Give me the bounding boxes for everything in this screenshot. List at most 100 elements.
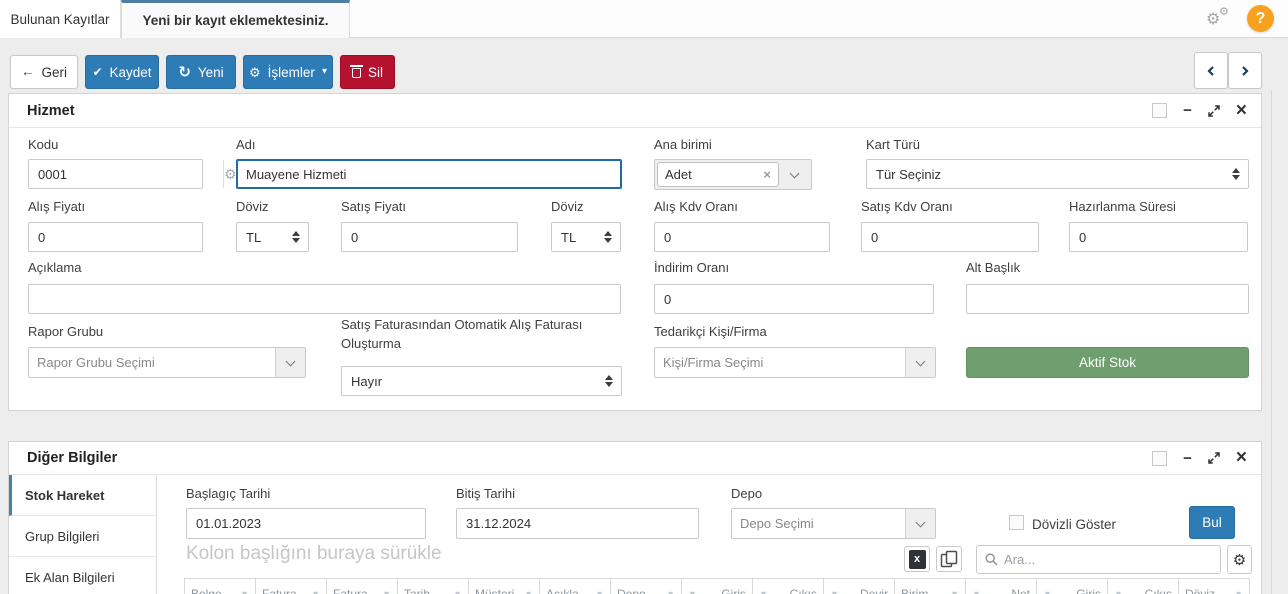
rapor-grubu-label: Rapor Grubu	[28, 324, 103, 339]
gears-icon[interactable]: ⚙⚙	[1206, 7, 1236, 31]
grid-column-header[interactable]: Döviz▼	[1179, 579, 1250, 594]
filter-caret-icon[interactable]: ▼	[382, 589, 391, 594]
aktif-stok-button[interactable]: Aktif Stok	[966, 347, 1249, 378]
bul-button[interactable]: Bul	[1189, 506, 1235, 539]
grid-column-header[interactable]: Açıkla▼	[540, 579, 611, 594]
next-record-button[interactable]	[1228, 52, 1262, 89]
filter-caret-icon[interactable]: ▼	[453, 589, 462, 594]
grid-column-header[interactable]: ▼Çıkış	[1108, 579, 1179, 594]
side-tab-stok-hareket[interactable]: Stok Hareket	[9, 475, 156, 516]
filter-caret-icon[interactable]: ▼	[950, 589, 959, 594]
grid-column-header[interactable]: Belge▼	[185, 579, 256, 594]
panel-close-icon[interactable]: ×	[1236, 104, 1247, 118]
alis-fiyati-input[interactable]	[28, 222, 203, 252]
satis-kdv-input[interactable]	[861, 222, 1039, 252]
clear-icon[interactable]: ×	[763, 167, 771, 182]
dovizli-goster-checkbox[interactable]	[1009, 515, 1024, 530]
panel-collapse-icon[interactable]: −	[1183, 450, 1192, 467]
grid-column-header[interactable]: ▼ Devir	[824, 579, 895, 594]
grid-column-header[interactable]: Fatura ▼	[327, 579, 398, 594]
scrollbar-track[interactable]	[1271, 90, 1272, 594]
select-spinner-icon	[292, 231, 300, 243]
grid-column-label: Net	[1011, 587, 1030, 594]
rapor-grubu-combobox[interactable]: Rapor Grubu Seçimi	[28, 347, 306, 378]
alis-kdv-input[interactable]	[654, 222, 830, 252]
kodu-gear-button[interactable]: ⚙	[223, 160, 237, 188]
alt-baslik-input[interactable]	[966, 284, 1249, 314]
gear-icon: ⚙	[1233, 551, 1246, 569]
grid-column-header[interactable]: Müşteri▼	[469, 579, 540, 594]
filter-caret-icon[interactable]: ▼	[666, 589, 675, 594]
satis-fiyati-label: Satış Fiyatı	[341, 199, 406, 214]
grid-column-header[interactable]: ▼ Net	[966, 579, 1037, 594]
side-tab-grup-bilgileri[interactable]: Grup Bilgileri	[9, 516, 156, 557]
grid-search-input[interactable]	[1004, 552, 1212, 567]
dropdown-toggle[interactable]	[905, 509, 935, 538]
grid-column-label: Devir	[860, 587, 888, 594]
panel-checkbox[interactable]	[1152, 103, 1167, 118]
side-tab-ek-alan-bilgileri[interactable]: Ek Alan Bilgileri	[9, 557, 156, 594]
filter-caret-icon[interactable]: ▼	[595, 589, 604, 594]
dropdown-toggle[interactable]	[905, 348, 935, 377]
grid-column-header[interactable]: ▼Giriş	[682, 579, 753, 594]
filter-caret-icon[interactable]: ▼	[1043, 589, 1052, 594]
depo-combobox[interactable]: Depo Seçimi	[731, 508, 936, 539]
column-chooser-button[interactable]	[936, 546, 962, 572]
filter-caret-icon[interactable]: ▼	[1234, 589, 1243, 594]
grid-column-header[interactable]: ▼Çıkış	[753, 579, 824, 594]
dropdown-toggle[interactable]	[275, 348, 305, 377]
grid-column-label: Fatura	[333, 587, 368, 594]
tab-bulunan-kayitlar[interactable]: Bulunan Kayıtlar	[0, 0, 121, 38]
filter-caret-icon[interactable]: ▼	[972, 589, 981, 594]
filter-caret-icon[interactable]: ▼	[311, 589, 320, 594]
filter-caret-icon[interactable]: ▼	[759, 589, 768, 594]
satis-fiyati-input[interactable]	[341, 222, 518, 252]
panel-expand-icon[interactable]	[1208, 105, 1220, 117]
new-button[interactable]: ↻ Yeni	[166, 55, 236, 89]
excel-export-button[interactable]: x	[904, 546, 930, 572]
aciklama-input[interactable]	[28, 284, 621, 314]
hazirlanma-input[interactable]	[1069, 222, 1248, 252]
back-button[interactable]: ← Geri	[10, 55, 78, 89]
dovizli-goster-label: Dövizli Göster	[1032, 517, 1116, 532]
panel-expand-icon[interactable]	[1208, 452, 1220, 464]
grid-column-header[interactable]: Tarih▼	[398, 579, 469, 594]
doviz-alis-select[interactable]: TL	[236, 222, 309, 252]
prev-record-button[interactable]	[1194, 52, 1228, 89]
baslangic-tarihi-input[interactable]	[186, 508, 426, 539]
save-button[interactable]: ✔ Kaydet	[85, 55, 159, 89]
grid-column-header[interactable]: Depo▼	[611, 579, 682, 594]
help-icon[interactable]: ?	[1247, 5, 1274, 32]
bitis-tarihi-input[interactable]	[456, 508, 699, 539]
grid-settings-button[interactable]: ⚙	[1227, 545, 1252, 574]
panel-collapse-icon[interactable]: −	[1183, 102, 1192, 119]
doviz-alis-value: TL	[246, 230, 261, 245]
refresh-icon: ↻	[178, 65, 191, 80]
tab-yeni-kayit[interactable]: Yeni bir kayıt eklemektesiniz.	[121, 0, 350, 38]
filter-caret-icon[interactable]: ▼	[830, 589, 839, 594]
kodu-input[interactable]	[29, 160, 223, 188]
filter-caret-icon[interactable]: ▼	[240, 589, 249, 594]
panel-close-icon[interactable]: ×	[1236, 451, 1247, 465]
indirim-input[interactable]	[654, 284, 934, 314]
dropdown-toggle[interactable]	[779, 162, 809, 187]
grid-column-header[interactable]: ▼Giriş	[1037, 579, 1108, 594]
operations-button[interactable]: ⚙ İşlemler ▾	[243, 55, 333, 89]
panel-checkbox[interactable]	[1152, 451, 1167, 466]
filter-caret-icon[interactable]: ▼	[1114, 589, 1123, 594]
grid-search-box[interactable]	[976, 545, 1221, 574]
tedarikci-combobox[interactable]: Kişi/Firma Seçimi	[654, 347, 936, 378]
delete-button[interactable]: Sil	[340, 55, 395, 89]
otomatik-fatura-select[interactable]: Hayır	[341, 366, 622, 396]
grid-column-header[interactable]: Birim▼	[895, 579, 966, 594]
ana-birimi-combobox[interactable]: Adet ×	[654, 159, 812, 190]
kart-turu-select[interactable]: Tür Seçiniz	[866, 159, 1249, 189]
trash-icon	[352, 68, 361, 78]
filter-caret-icon[interactable]: ▼	[524, 589, 533, 594]
hizmet-panel: Hizmet − × Kodu ⚙ Adı Ana birimi Adet ×	[8, 93, 1262, 411]
rapor-grubu-placeholder: Rapor Grubu Seçimi	[29, 348, 275, 377]
filter-caret-icon[interactable]: ▼	[688, 589, 697, 594]
grid-column-header[interactable]: Fatura▼	[256, 579, 327, 594]
doviz-satis-select[interactable]: TL	[551, 222, 621, 252]
adi-input[interactable]	[236, 159, 622, 189]
